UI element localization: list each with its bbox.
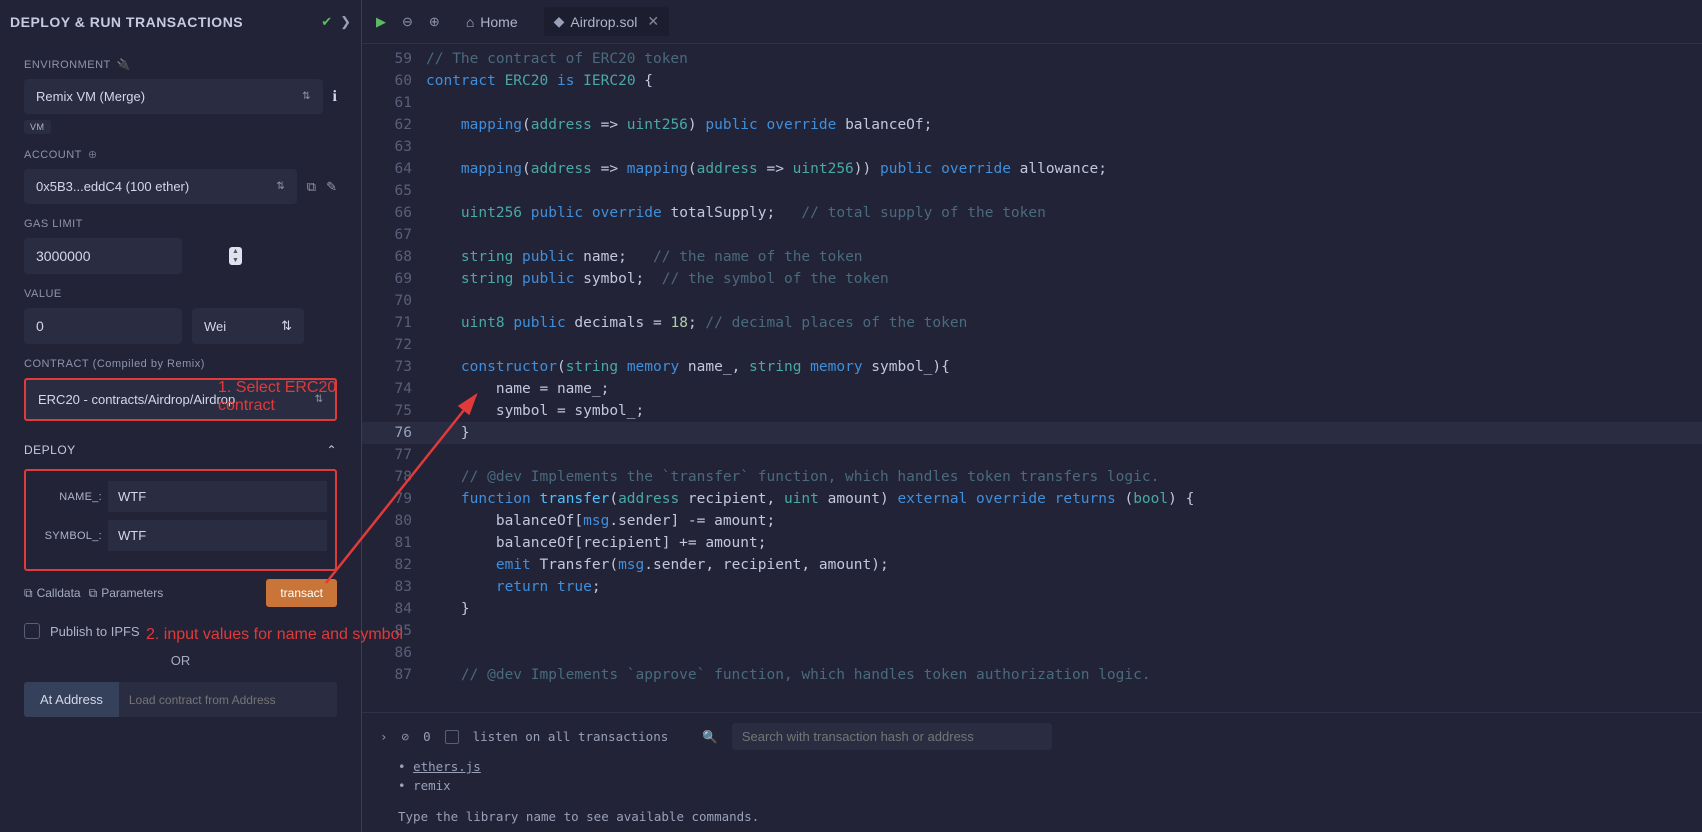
gas-limit-field[interactable]: ▲▼ [24, 238, 182, 274]
code-editor[interactable]: 5960616263646566676869707172737475767778… [362, 44, 1702, 712]
param-label: NAME_: [34, 491, 102, 503]
param-row-symbol: SYMBOL_: [34, 520, 327, 551]
check-icon: ✔ [321, 14, 332, 30]
tab-file-airdrop[interactable]: ◆ Airdrop.sol ✕ [544, 7, 669, 36]
value-label: VALUE [24, 288, 337, 300]
value-unit-select[interactable]: Wei ⇅ [192, 308, 304, 344]
search-icon[interactable]: 🔍 [702, 729, 718, 745]
transact-button[interactable]: transact [266, 579, 337, 607]
gas-limit-stepper[interactable]: ▲▼ [229, 247, 242, 265]
copy-icon: ⧉ [89, 586, 98, 601]
deploy-header[interactable]: DEPLOY ⌃ [24, 443, 337, 457]
parameters-button[interactable]: ⧉Parameters [89, 586, 164, 601]
at-address-input[interactable] [119, 682, 337, 717]
play-icon[interactable]: ▶ [376, 14, 386, 30]
home-icon: ⌂ [466, 14, 474, 30]
listen-checkbox[interactable] [445, 730, 459, 744]
main-area: ▶ ⊖ ⊕ ⌂ Home ◆ Airdrop.sol ✕ 59606162636… [362, 0, 1702, 832]
param-label: SYMBOL_: [34, 530, 102, 542]
updown-icon: ⇅ [276, 181, 284, 192]
zoom-out-icon[interactable]: ⊖ [402, 14, 413, 30]
chevron-up-icon: ⌃ [326, 443, 337, 457]
solidity-icon: ◆ [554, 13, 565, 30]
environment-select[interactable]: Remix VM (Merge) ⇅ [24, 79, 323, 114]
close-icon[interactable]: ✕ [647, 13, 659, 30]
tab-home[interactable]: ⌂ Home [456, 8, 528, 36]
deploy-params: NAME_: SYMBOL_: [24, 469, 337, 571]
param-row-name: NAME_: [34, 481, 327, 512]
or-separator: OR [24, 653, 337, 668]
ban-icon[interactable]: ⊘ [402, 729, 410, 744]
info-icon[interactable]: i [333, 88, 337, 106]
updown-icon: ⇅ [302, 91, 310, 102]
updown-icon: ⇅ [315, 394, 323, 405]
plug-icon: 🔌 [117, 58, 131, 71]
updown-icon: ⇅ [281, 318, 292, 334]
account-label: ACCOUNT ⊕ [24, 148, 337, 161]
terminal-search-input[interactable] [732, 723, 1052, 750]
plus-circle-icon[interactable]: ⊕ [88, 148, 98, 161]
terminal-output: • ethers.js • remix Type the library nam… [398, 758, 1684, 826]
code-area[interactable]: // The contract of ERC20 tokencontract E… [426, 44, 1702, 712]
symbol-input[interactable] [108, 520, 327, 551]
account-select[interactable]: 0x5B3...eddC4 (100 ether) ⇅ [24, 169, 297, 204]
contract-select[interactable]: ERC20 - contracts/Airdrop/Airdrop. ⇅ [24, 378, 337, 421]
gas-limit-label: GAS LIMIT [24, 218, 337, 230]
environment-label: ENVIRONMENT 🔌 [24, 58, 337, 71]
name-input[interactable] [108, 481, 327, 512]
contract-label: CONTRACT (Compiled by Remix) [24, 358, 337, 370]
pending-count: 0 [423, 729, 431, 744]
chevron-right-icon[interactable]: ❯ [340, 14, 351, 30]
calldata-button[interactable]: ⧉Calldata [24, 586, 81, 601]
editor-topbar: ▶ ⊖ ⊕ ⌂ Home ◆ Airdrop.sol ✕ [362, 0, 1702, 44]
deploy-run-panel: DEPLOY & RUN TRANSACTIONS ✔ ❯ ENVIRONMEN… [0, 0, 362, 832]
copy-icon[interactable]: ⧉ [307, 179, 316, 195]
gas-limit-input[interactable] [24, 238, 229, 274]
at-address-button[interactable]: At Address [24, 682, 119, 717]
zoom-in-icon[interactable]: ⊕ [429, 14, 440, 30]
panel-title: DEPLOY & RUN TRANSACTIONS [10, 14, 317, 30]
value-field[interactable]: ▲▼ [24, 308, 182, 344]
publish-ipfs-checkbox[interactable] [24, 623, 40, 639]
vm-badge: VM [24, 120, 51, 134]
copy-icon: ⧉ [24, 586, 33, 601]
edit-icon[interactable]: ✎ [326, 179, 337, 195]
line-gutter: 5960616263646566676869707172737475767778… [362, 44, 426, 712]
listen-label: listen on all transactions [473, 729, 669, 744]
caret-right-icon[interactable]: › [380, 729, 388, 744]
panel-header: DEPLOY & RUN TRANSACTIONS ✔ ❯ [0, 0, 361, 44]
publish-ipfs-row[interactable]: Publish to IPFS [24, 623, 337, 639]
terminal-panel: › ⊘ 0 listen on all transactions 🔍 • eth… [362, 712, 1702, 832]
